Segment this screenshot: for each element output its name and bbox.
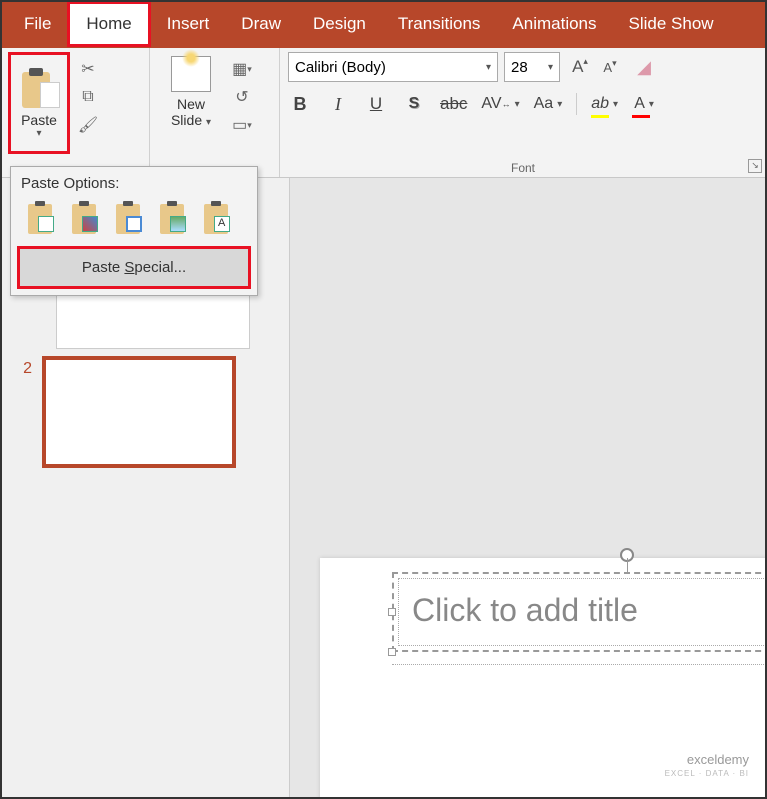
paste-as-picture[interactable] [153, 200, 191, 238]
font-size-select[interactable]: 28 ▾ [504, 52, 560, 82]
group-font: Calibri (Body) ▾ 28 ▾ A▴ A▾ ◢ B I U S ab… [280, 48, 767, 177]
group-label-font: Font [288, 159, 758, 175]
paste-options-header: Paste Options: [11, 167, 257, 200]
font-family-value: Calibri (Body) [295, 59, 386, 76]
font-color-button[interactable]: A ▾ [632, 92, 656, 116]
title-placeholder-text: Click to add title [412, 592, 638, 629]
underline-button[interactable]: U [364, 92, 388, 116]
cut-button[interactable]: ✂ [76, 58, 100, 80]
resize-handle-left[interactable] [388, 608, 396, 616]
layout-button[interactable]: ▦▾ [230, 58, 254, 80]
decrease-font-button[interactable]: A▾ [596, 53, 624, 81]
change-case-button[interactable]: Aa▾ [534, 92, 563, 116]
tab-design[interactable]: Design [297, 4, 382, 44]
slide-number: 2 [12, 356, 32, 378]
divider [576, 93, 577, 115]
new-slide-button[interactable]: NewSlide ▾ [158, 52, 224, 131]
tab-slideshow[interactable]: Slide Show [613, 4, 730, 44]
font-dialog-launcher[interactable]: ↘ [748, 159, 762, 173]
shadow-button[interactable]: S [402, 92, 426, 116]
font-size-value: 28 [511, 59, 528, 76]
ribbon: Paste ▾ ✂ ⧉ 🖌 NewSlide ▾ ▦▾ ↺ ▭▾ [0, 48, 767, 178]
tab-transitions[interactable]: Transitions [382, 4, 497, 44]
paste-label: Paste [21, 112, 57, 128]
watermark: exceldemy EXCEL · DATA · BI [665, 753, 749, 781]
tab-animations[interactable]: Animations [496, 4, 612, 44]
increase-font-button[interactable]: A▴ [566, 53, 594, 81]
group-clipboard: Paste ▾ ✂ ⧉ 🖌 [0, 48, 150, 177]
paste-embed[interactable] [109, 200, 147, 238]
paste-text-only[interactable] [197, 200, 235, 238]
slide-thumbnail-1-partial[interactable] [56, 295, 250, 349]
reset-button[interactable]: ↺ [230, 86, 254, 108]
group-slides: NewSlide ▾ ▦▾ ↺ ▭▾ [150, 48, 280, 177]
tab-insert[interactable]: Insert [151, 4, 226, 44]
paste-button[interactable]: Paste ▾ [8, 52, 70, 154]
chevron-down-icon: ▾ [548, 62, 553, 73]
resize-handle-bl[interactable] [388, 648, 396, 656]
tab-draw[interactable]: Draw [225, 4, 297, 44]
clipboard-icon [22, 68, 56, 108]
paste-use-destination-theme[interactable] [21, 200, 59, 238]
watermark-brand: exceldemy [665, 753, 749, 767]
section-button[interactable]: ▭▾ [230, 114, 254, 136]
strikethrough-button[interactable]: abc [440, 92, 467, 116]
ribbon-tab-bar: File Home Insert Draw Design Transitions… [0, 0, 767, 48]
tab-home[interactable]: Home [67, 1, 150, 47]
highlight-color-button[interactable]: ab ▾ [591, 92, 618, 116]
paste-options-menu: Paste Options: Paste Special... [10, 166, 258, 296]
tab-file[interactable]: File [8, 4, 67, 44]
new-slide-icon [171, 56, 211, 92]
chevron-down-icon: ▾ [486, 62, 491, 73]
slide-thumbnail-row: 2 [0, 348, 289, 476]
format-painter-button[interactable]: 🖌 [76, 114, 100, 136]
watermark-sub: EXCEL · DATA · BI [665, 767, 749, 781]
copy-button[interactable]: ⧉ [76, 86, 100, 108]
clear-formatting-button[interactable]: ◢ [630, 53, 658, 81]
chevron-down-icon: ▾ [36, 128, 41, 139]
bold-button[interactable]: B [288, 92, 312, 116]
paste-keep-source-formatting[interactable] [65, 200, 103, 238]
new-slide-label: NewSlide ▾ [171, 96, 211, 131]
paste-special-menu-item[interactable]: Paste Special... [17, 246, 251, 289]
slide-canvas[interactable]: Click to add title [290, 178, 767, 799]
font-family-select[interactable]: Calibri (Body) ▾ [288, 52, 498, 82]
slide-thumbnail-2[interactable] [42, 356, 236, 468]
character-spacing-button[interactable]: AV↔▾ [481, 92, 519, 116]
italic-button[interactable]: I [326, 92, 350, 116]
subtitle-placeholder[interactable] [392, 664, 767, 665]
title-placeholder[interactable]: Click to add title [392, 572, 767, 652]
